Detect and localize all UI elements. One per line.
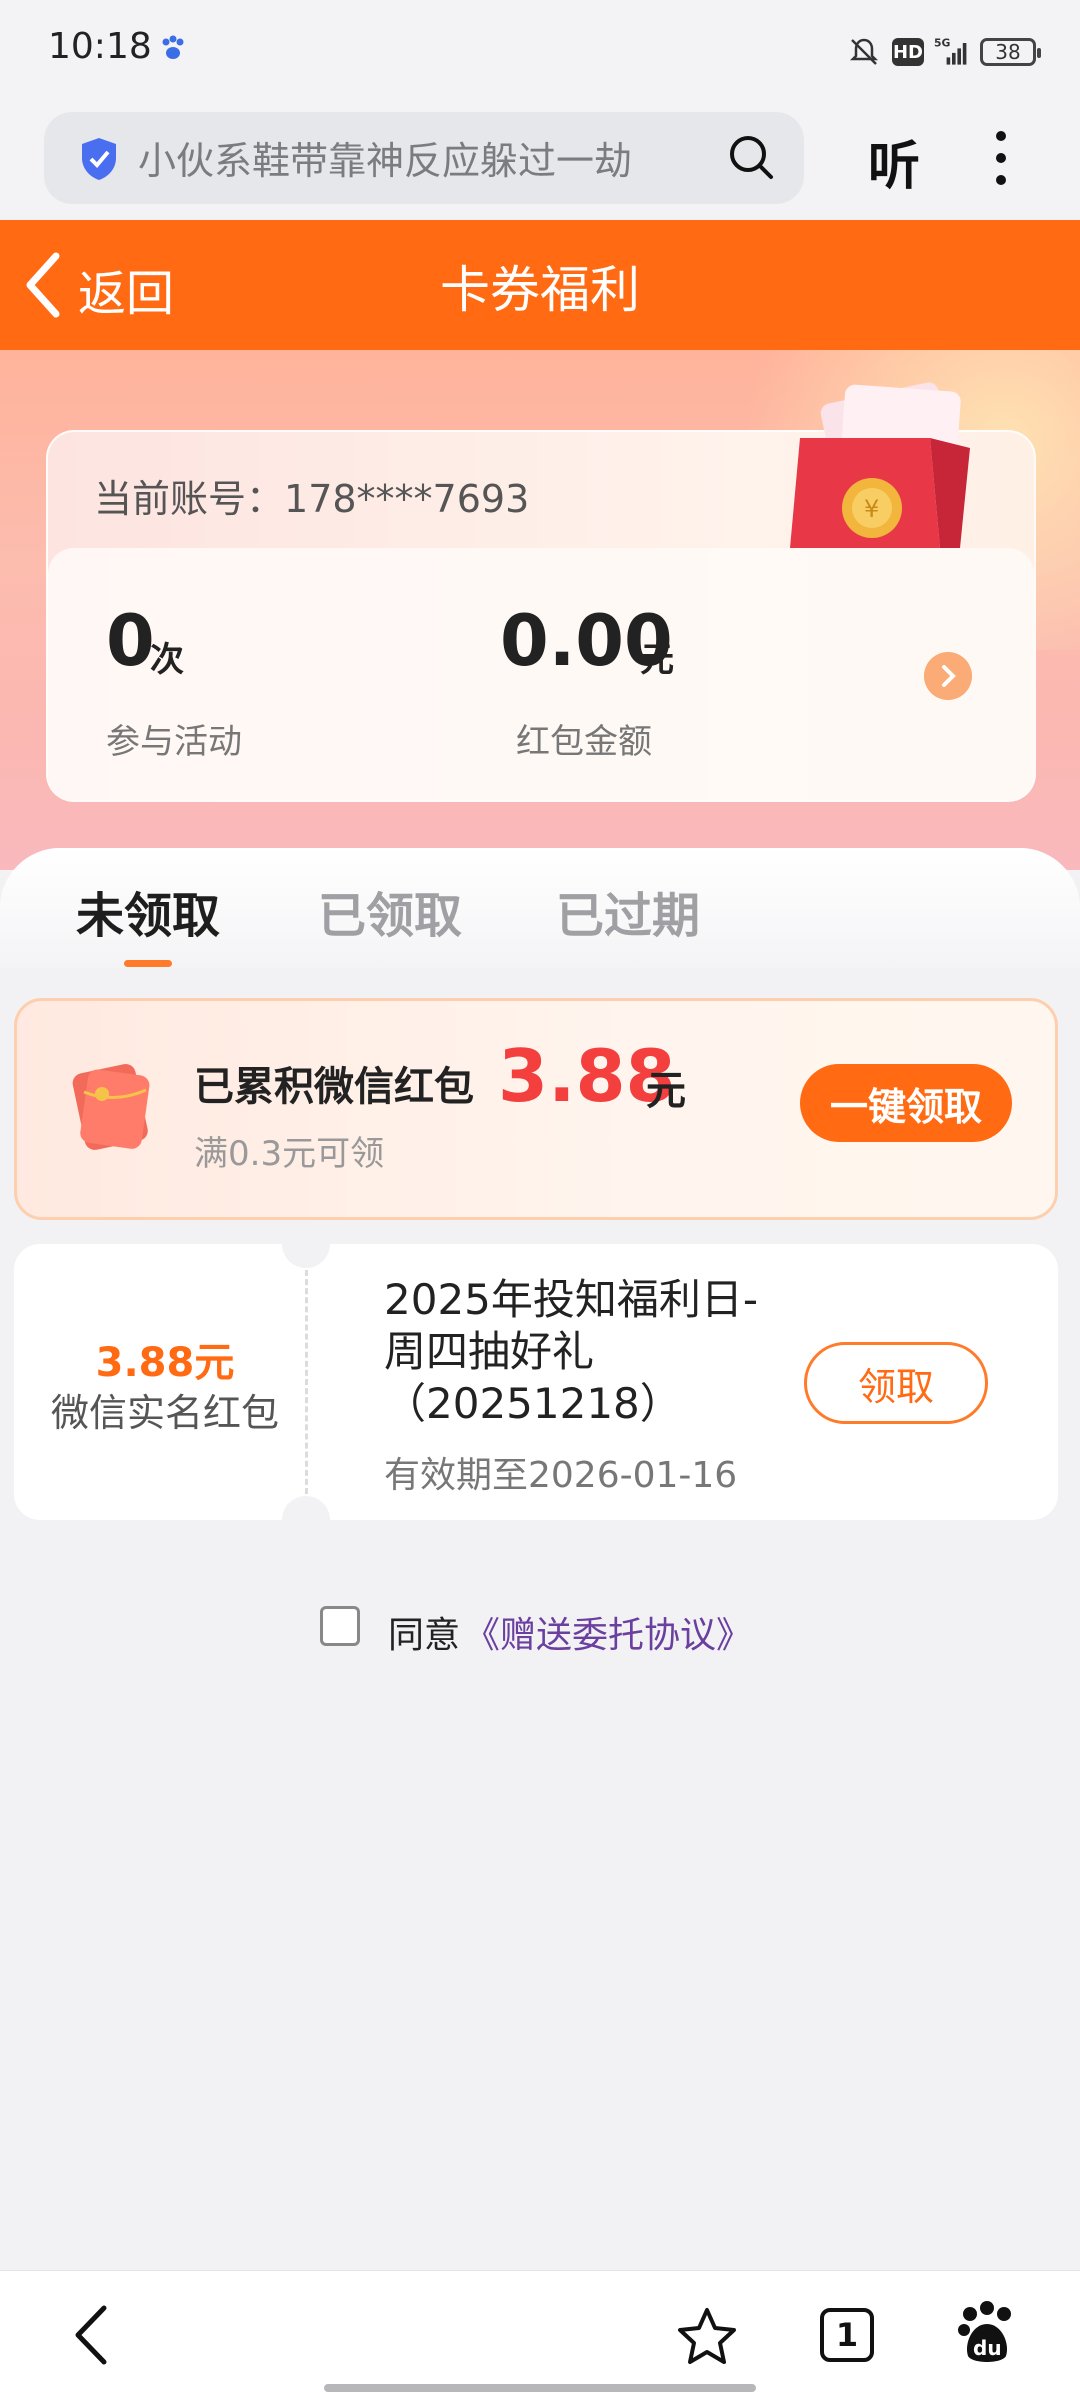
account-label-text: 当前账号： (94, 477, 285, 521)
shield-icon (82, 138, 116, 180)
battery-indicator: 38 (980, 38, 1041, 66)
claim-coupon-button[interactable]: 领取 (804, 1342, 988, 1424)
more-icon[interactable] (990, 128, 1012, 188)
activities-count: 0 (106, 600, 155, 682)
home-indicator[interactable] (324, 2384, 756, 2392)
status-icons: HD 5G 38 (846, 30, 1041, 74)
search-query-text[interactable]: 小伙系鞋带靠神反应躲过一劫 (138, 130, 698, 185)
svg-text:5G: 5G (934, 37, 951, 50)
coupon-notch-bottom (282, 1496, 330, 1544)
bottom-navigation (0, 2270, 1080, 2401)
signal-icon: 5G (934, 37, 967, 65)
coupon-expiry: 有效期至2026-01-16 (384, 1455, 738, 1496)
red-packet-illustration: ¥ (790, 382, 970, 548)
paw-icon (162, 35, 184, 59)
activities-unit: 次 (150, 640, 184, 680)
page-title: 卡券福利 (440, 261, 640, 319)
active-tab-indicator (124, 960, 172, 967)
coupon-notch-top (282, 1220, 330, 1268)
accumulated-unit: 元 (646, 1068, 686, 1114)
agree-label: 同意 (388, 1615, 461, 1656)
coupon-amount: 3.88元 (95, 1340, 235, 1386)
chevron-right-icon[interactable] (924, 652, 972, 700)
search-icon[interactable] (726, 132, 776, 182)
account-number: 178****7693 (284, 477, 530, 521)
redpacket-amount-unit: 元 (640, 640, 674, 680)
listen-button[interactable]: 听 (868, 124, 920, 199)
svg-text:du: du (973, 2336, 1002, 2360)
hd-badge: HD (892, 38, 924, 66)
tab-unclaimed[interactable]: 未领取 (76, 876, 220, 946)
tabs-count-button[interactable]: 1 (820, 2308, 874, 2362)
accumulated-condition: 满0.3元可领 (194, 1134, 385, 1174)
status-time: 10:18 (48, 26, 152, 67)
coupon-title: 2025年投知福利日-周四抽好礼（20251218） (384, 1275, 759, 1428)
claim-all-button[interactable]: 一键领取 (800, 1064, 1012, 1142)
mute-icon (849, 38, 879, 65)
redpacket-amount-label: 红包金额 (516, 722, 652, 762)
star-icon[interactable] (676, 2306, 738, 2368)
tab-claimed[interactable]: 已领取 (318, 876, 462, 946)
nav-back-icon[interactable] (70, 2300, 114, 2370)
agreement-link[interactable]: 《赠送委托协议》 (464, 1606, 752, 1658)
red-packet-icon (72, 1064, 150, 1150)
svg-text:¥: ¥ (864, 495, 879, 523)
account-number-label: 当前账号：178****7693 (94, 468, 529, 523)
tab-expired[interactable]: 已过期 (556, 876, 700, 946)
coupon-type: 微信实名红包 (50, 1391, 279, 1435)
accumulated-title: 已累积微信红包 (194, 1064, 474, 1110)
baidu-du-icon[interactable]: du (958, 2300, 1016, 2366)
activities-label: 参与活动 (106, 722, 242, 762)
agree-checkbox[interactable] (320, 1606, 360, 1646)
